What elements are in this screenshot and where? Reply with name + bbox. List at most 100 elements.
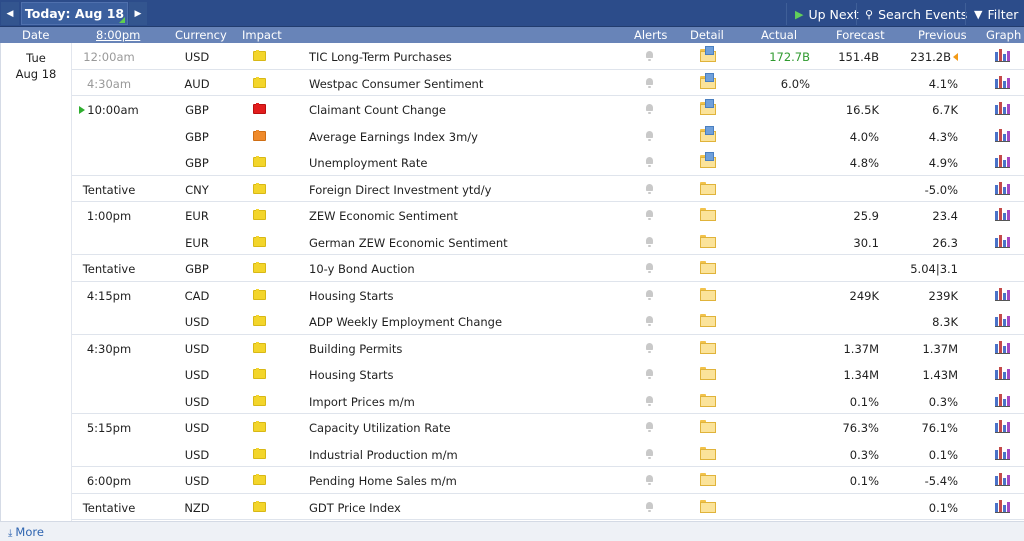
event-title[interactable]: TIC Long-Term Purchases bbox=[309, 50, 452, 64]
bell-icon[interactable] bbox=[645, 157, 655, 168]
bar-chart-icon[interactable] bbox=[995, 367, 1010, 380]
impact-low-icon[interactable] bbox=[253, 315, 266, 327]
bell-icon[interactable] bbox=[645, 369, 655, 380]
impact-low-icon[interactable] bbox=[253, 288, 266, 301]
impact-low-icon[interactable] bbox=[253, 421, 266, 433]
bell-icon[interactable] bbox=[645, 51, 655, 62]
event-title[interactable]: Housing Starts bbox=[309, 368, 394, 382]
event-row[interactable]: Tentative NZD GDT Price Index 0.1% bbox=[72, 494, 1024, 520]
today-button[interactable]: Today: Aug 18 bbox=[21, 2, 128, 25]
event-row[interactable]: 1:00pm EUR ZEW Economic Sentiment 25.9 23.4 bbox=[72, 202, 1024, 229]
event-row[interactable]: 5:15pm USD Capacity Utilization Rate 76.3% 7… bbox=[72, 414, 1024, 441]
bar-chart-icon[interactable] bbox=[995, 75, 1010, 89]
detail-doc-icon[interactable] bbox=[700, 152, 716, 168]
event-title[interactable]: Average Earnings Index 3m/y bbox=[309, 130, 478, 144]
bar-chart-icon[interactable] bbox=[995, 314, 1010, 327]
event-title[interactable]: Westpac Consumer Sentiment bbox=[309, 77, 483, 91]
bell-icon[interactable] bbox=[645, 130, 655, 142]
bell-icon[interactable] bbox=[645, 183, 655, 195]
event-row[interactable]: EUR German ZEW Economic Sentiment 30.1 26.3 bbox=[72, 229, 1024, 255]
bell-icon[interactable] bbox=[645, 104, 655, 115]
event-row[interactable]: 4:30am AUD Westpac Consumer Sentiment 6.0% 4… bbox=[72, 70, 1024, 96]
bell-icon[interactable] bbox=[645, 422, 655, 433]
event-row[interactable]: USD Housing Starts 1.34M 1.43M bbox=[72, 361, 1024, 388]
folder-icon[interactable] bbox=[700, 234, 716, 248]
folder-icon[interactable] bbox=[700, 314, 716, 327]
detail-doc-icon[interactable] bbox=[700, 99, 716, 115]
bar-chart-icon[interactable] bbox=[995, 446, 1010, 460]
bar-chart-icon[interactable] bbox=[995, 102, 1010, 115]
impact-low-icon[interactable] bbox=[253, 50, 266, 62]
event-title[interactable]: ZEW Economic Sentiment bbox=[309, 209, 458, 223]
impact-low-icon[interactable] bbox=[253, 209, 266, 221]
event-title[interactable]: Pending Home Sales m/m bbox=[309, 474, 457, 488]
impact-low-icon[interactable] bbox=[253, 341, 266, 354]
bar-chart-icon[interactable] bbox=[995, 287, 1010, 301]
folder-icon[interactable] bbox=[700, 473, 716, 486]
event-row[interactable]: 6:00pm USD Pending Home Sales m/m 0.1% -5.4% bbox=[72, 467, 1024, 494]
bell-icon[interactable] bbox=[645, 236, 655, 248]
impact-low-icon[interactable] bbox=[253, 235, 266, 248]
bell-icon[interactable] bbox=[645, 448, 655, 460]
impact-med-icon[interactable] bbox=[253, 129, 266, 142]
event-row[interactable]: 10:00am GBP Claimant Count Change 16.5K 6.7K bbox=[72, 96, 1024, 123]
event-row[interactable]: USD Industrial Production m/m 0.3% 0.1% bbox=[72, 441, 1024, 467]
event-title[interactable]: Housing Starts bbox=[309, 289, 394, 303]
event-title[interactable]: Unemployment Rate bbox=[309, 156, 427, 170]
folder-icon[interactable] bbox=[700, 393, 716, 407]
event-row[interactable]: GBP Average Earnings Index 3m/y 4.0% 4.3% bbox=[72, 123, 1024, 150]
folder-icon[interactable] bbox=[700, 446, 716, 460]
impact-low-icon[interactable] bbox=[253, 262, 266, 274]
more-link[interactable]: ⤓ More bbox=[8, 525, 44, 539]
impact-low-icon[interactable] bbox=[253, 500, 266, 513]
bar-chart-icon[interactable] bbox=[995, 393, 1010, 407]
bar-chart-icon[interactable] bbox=[995, 181, 1010, 195]
bar-chart-icon[interactable] bbox=[995, 49, 1010, 62]
folder-icon[interactable] bbox=[700, 340, 716, 354]
impact-low-icon[interactable] bbox=[253, 447, 266, 460]
folder-icon[interactable] bbox=[700, 261, 716, 274]
folder-icon[interactable] bbox=[700, 181, 716, 195]
bar-chart-icon[interactable] bbox=[995, 234, 1010, 248]
folder-icon[interactable] bbox=[700, 420, 716, 433]
bell-icon[interactable] bbox=[645, 210, 655, 221]
event-row[interactable]: GBP Unemployment Rate 4.8% 4.9% bbox=[72, 149, 1024, 176]
event-title[interactable]: Capacity Utilization Rate bbox=[309, 421, 451, 435]
impact-low-icon[interactable] bbox=[253, 368, 266, 380]
next-day-button[interactable]: ▶ bbox=[129, 2, 147, 25]
event-title[interactable]: ADP Weekly Employment Change bbox=[309, 315, 502, 329]
event-row[interactable]: USD ADP Weekly Employment Change 8.3K bbox=[72, 308, 1024, 335]
event-title[interactable]: German ZEW Economic Sentiment bbox=[309, 236, 508, 250]
bell-icon[interactable] bbox=[645, 77, 655, 89]
impact-low-icon[interactable] bbox=[253, 394, 266, 407]
event-title[interactable]: GDT Price Index bbox=[309, 501, 401, 515]
bar-chart-icon[interactable] bbox=[995, 155, 1010, 168]
bell-icon[interactable] bbox=[645, 263, 655, 274]
bar-chart-icon[interactable] bbox=[995, 208, 1010, 221]
bar-chart-icon[interactable] bbox=[995, 420, 1010, 433]
folder-icon[interactable] bbox=[700, 287, 716, 301]
filter-button[interactable]: ▼ Filter bbox=[965, 3, 1024, 25]
previous-day-button[interactable]: ◀ bbox=[1, 2, 19, 25]
impact-high-icon[interactable] bbox=[253, 103, 266, 115]
search-events-button[interactable]: ⚲ Search Events bbox=[856, 3, 975, 25]
event-row[interactable]: Tentative GBP 10-y Bond Auction 5.04|3.1 bbox=[72, 255, 1024, 282]
bell-icon[interactable] bbox=[645, 475, 655, 486]
detail-doc-icon[interactable] bbox=[700, 125, 716, 142]
bar-chart-icon[interactable] bbox=[995, 473, 1010, 486]
bar-chart-icon[interactable] bbox=[995, 499, 1010, 513]
bell-icon[interactable] bbox=[645, 501, 655, 513]
folder-icon[interactable] bbox=[700, 499, 716, 513]
detail-doc-icon[interactable] bbox=[700, 72, 716, 89]
event-title[interactable]: Claimant Count Change bbox=[309, 103, 446, 117]
impact-low-icon[interactable] bbox=[253, 156, 266, 168]
bell-icon[interactable] bbox=[645, 342, 655, 354]
event-title[interactable]: Building Permits bbox=[309, 342, 402, 356]
event-row[interactable]: Tentative CNY Foreign Direct Investment yt… bbox=[72, 176, 1024, 202]
header-time-toggle[interactable]: 8:00pm bbox=[96, 28, 140, 42]
event-row[interactable]: USD Import Prices m/m 0.1% 0.3% bbox=[72, 388, 1024, 414]
bell-icon[interactable] bbox=[645, 316, 655, 327]
event-row[interactable]: 4:15pm CAD Housing Starts 249K 239K bbox=[72, 282, 1024, 309]
event-row[interactable]: 4:30pm USD Building Permits 1.37M 1.37M bbox=[72, 335, 1024, 362]
event-title[interactable]: Industrial Production m/m bbox=[309, 448, 458, 462]
